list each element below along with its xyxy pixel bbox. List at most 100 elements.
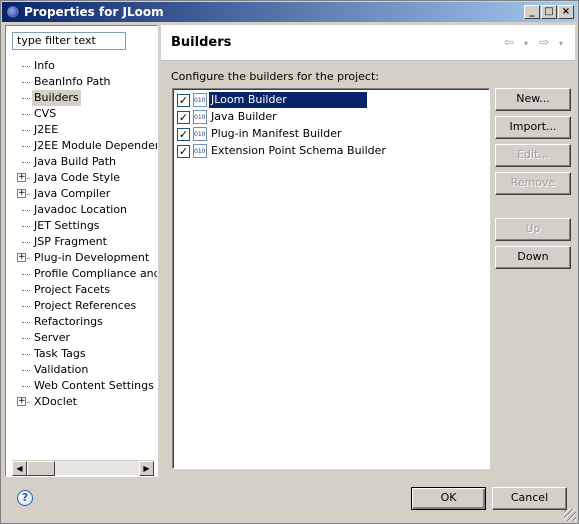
property-pages-panel: type filter text Info BeanInfo Path Builde… <box>5 25 158 477</box>
tree-connector <box>22 242 30 243</box>
properties-dialog: Properties for JLoom _ □ × type filter t… <box>0 0 579 524</box>
tree-item-label: J2EE Module Dependencie <box>34 139 157 152</box>
cancel-button[interactable]: Cancel <box>492 487 567 510</box>
tree-connector <box>22 146 30 147</box>
tree-connector <box>22 226 30 227</box>
tree-connector <box>22 338 30 339</box>
tree-item[interactable]: JSP Fragment <box>6 234 157 250</box>
tree-connector <box>22 354 30 355</box>
builder-checkbox[interactable]: ✓ <box>177 94 190 107</box>
tree-item-label: JET Settings <box>34 219 100 232</box>
builder-label: Extension Point Schema Builder <box>211 144 386 157</box>
tree-item[interactable]: Web Content Settings <box>6 378 157 394</box>
panel-sash[interactable] <box>158 25 161 477</box>
tree-item-label: Java Compiler <box>34 187 111 200</box>
tree-item-label: Java Code Style <box>34 171 121 184</box>
edit-button[interactable]: Edit... <box>495 144 571 167</box>
filter-input[interactable]: type filter text <box>12 32 126 50</box>
builder-label: Java Builder <box>211 110 277 123</box>
tree-connector <box>22 274 30 275</box>
tree-connector <box>22 82 30 83</box>
expand-icon[interactable]: + <box>17 173 26 182</box>
scroll-left-icon[interactable]: ◀ <box>12 461 27 476</box>
tree-item[interactable]: JET Settings <box>6 218 157 234</box>
tree-item-label: Profile Compliance and Va <box>34 267 157 280</box>
tree-item-label: Java Build Path <box>34 155 117 168</box>
page-header: Builders ⇦ ▾ ⇨ ▾ <box>161 25 575 61</box>
tree-item[interactable]: Info <box>6 58 157 74</box>
tree-item-label: BeanInfo Path <box>34 75 111 88</box>
minimize-button[interactable]: _ <box>524 5 540 19</box>
tree-connector <box>22 210 30 211</box>
builder-checkbox[interactable]: ✓ <box>177 145 190 158</box>
tree-item-label: Info <box>34 59 55 72</box>
builder-icon <box>193 93 207 107</box>
tree-item[interactable]: CVS <box>6 106 157 122</box>
tree-item[interactable]: + Java Code Style <box>6 170 157 186</box>
remove-button[interactable]: Remove <box>495 172 571 195</box>
scrollbar-thumb[interactable] <box>27 461 55 476</box>
page-title: Builders <box>171 35 232 50</box>
tree-connector <box>22 130 30 131</box>
tree-item[interactable]: Profile Compliance and Va <box>6 266 157 282</box>
tree-item[interactable]: J2EE <box>6 122 157 138</box>
tree-item[interactable]: + Plug-in Development <box>6 250 157 266</box>
tree-item[interactable]: Refactorings <box>6 314 157 330</box>
window-title: Properties for JLoom <box>24 5 164 19</box>
tree-item[interactable]: Javadoc Location <box>6 202 157 218</box>
maximize-button[interactable]: □ <box>541 5 557 19</box>
tree-item-label: Server <box>34 331 71 344</box>
new-button[interactable]: New... <box>495 88 571 111</box>
forward-arrow-icon[interactable]: ⇨ <box>539 35 549 49</box>
builder-checkbox[interactable]: ✓ <box>177 128 190 141</box>
tree-item[interactable]: Project Facets <box>6 282 157 298</box>
ok-button[interactable]: OK <box>411 487 486 510</box>
tree-item[interactable]: Java Build Path <box>6 154 157 170</box>
builder-checkbox[interactable]: ✓ <box>177 111 190 124</box>
tree-connector <box>22 386 30 387</box>
expand-icon[interactable]: + <box>17 397 26 406</box>
builder-icon <box>193 110 207 124</box>
horizontal-scrollbar[interactable]: ◀ ▶ <box>12 460 154 476</box>
back-arrow-icon[interactable]: ⇦ <box>504 35 514 49</box>
tree-item-label: Project References <box>34 299 137 312</box>
tree-connector <box>22 370 30 371</box>
resize-grip[interactable] <box>564 509 576 521</box>
expand-icon[interactable]: + <box>17 189 26 198</box>
tree-item-label: Task Tags <box>34 347 86 360</box>
tree-connector <box>22 306 30 307</box>
tree-item[interactable]: + Java Compiler <box>6 186 157 202</box>
down-button[interactable]: Down <box>495 246 571 269</box>
tree-item-label: Javadoc Location <box>34 203 128 216</box>
tree-item[interactable]: Builders <box>6 90 157 106</box>
help-icon[interactable]: ? <box>17 490 33 506</box>
tree-connector <box>22 322 30 323</box>
tree-connector <box>22 66 30 67</box>
tree-item-label: J2EE <box>34 123 59 136</box>
tree-item-label: Web Content Settings <box>34 379 154 392</box>
up-button[interactable]: Up <box>495 218 571 241</box>
builder-label: Plug-in Manifest Builder <box>211 127 342 140</box>
tree-connector <box>22 162 30 163</box>
scroll-right-icon[interactable]: ▶ <box>139 461 154 476</box>
tree-item-label: JSP Fragment <box>34 235 107 248</box>
expand-icon[interactable]: + <box>17 253 26 262</box>
tree-item[interactable]: J2EE Module Dependencie <box>6 138 157 154</box>
builders-list[interactable]: ✓ JLoom Builder ✓ Java Builder ✓ Plug-in Mani… <box>172 88 490 469</box>
forward-menu-icon[interactable]: ▾ <box>559 39 563 48</box>
tree-item[interactable]: Server <box>6 330 157 346</box>
tree-item-label: Plug-in Development <box>34 251 150 264</box>
tree-item[interactable]: Task Tags <box>6 346 157 362</box>
tree-item-label: CVS <box>34 107 57 120</box>
tree-item[interactable]: Validation <box>6 362 157 378</box>
tree-item[interactable]: + XDoclet <box>6 394 157 410</box>
tree-item[interactable]: Project References <box>6 298 157 314</box>
close-button[interactable]: × <box>558 5 574 19</box>
back-menu-icon[interactable]: ▾ <box>524 39 528 48</box>
title-bar[interactable]: Properties for JLoom _ □ × <box>2 2 577 22</box>
import-button[interactable]: Import... <box>495 116 571 139</box>
tree-item-label: Validation <box>34 363 89 376</box>
tree-item[interactable]: BeanInfo Path <box>6 74 157 90</box>
eclipse-icon <box>6 5 20 19</box>
tree-item-label: Builders <box>32 90 81 106</box>
